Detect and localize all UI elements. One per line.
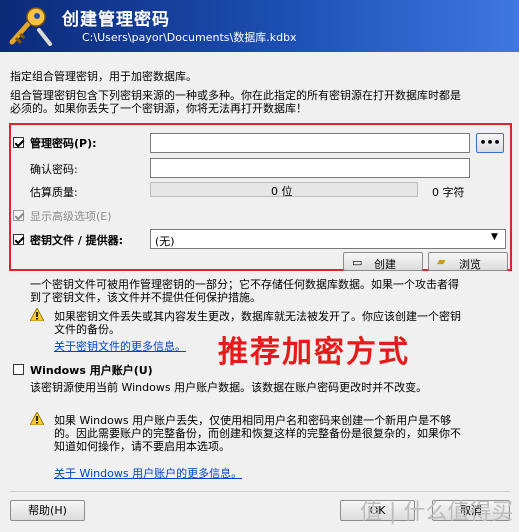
key-icon <box>9 7 52 46</box>
keyfile-select-value: (无) <box>155 235 175 248</box>
browse-keyfile-button[interactable]: ▰ 浏览 <box>428 252 508 271</box>
windows-account-label: Windows 用户账户(U) <box>30 364 153 377</box>
password-input[interactable] <box>150 133 470 153</box>
chevron-down-icon: ▼ <box>491 232 498 242</box>
windows-more-info-link[interactable]: 关于 Windows 用户账户的更多信息。 <box>54 465 242 481</box>
password-label: 管理密码(P): <box>30 137 97 150</box>
windows-account-desc: 该密钥源使用当前 Windows 用户账户数据。该数据在账户密码更改时并不改变。 <box>30 381 428 394</box>
header-banner: 创建管理密码 C:\Users\payor\Documents\数据库.kdbx <box>0 0 519 52</box>
watermark: 值 | 什么值得买 <box>360 500 514 525</box>
folder-icon: ▰ <box>437 255 446 268</box>
intro-line-1: 指定组合管理密钥，用于加密数据库。 <box>10 70 197 83</box>
advanced-options-checkbox[interactable] <box>13 210 24 221</box>
keyfile-checkbox[interactable] <box>13 234 24 245</box>
warning-icon <box>30 308 44 321</box>
keyfile-desc-2: 到了密钥文件，该文件并不提供任何保护措施。 <box>30 291 261 304</box>
create-keyfile-button[interactable]: ▭ 创建 <box>343 252 423 271</box>
warning-icon <box>30 412 44 425</box>
password-checkbox[interactable] <box>13 137 24 148</box>
keyfile-warning-2: 文件的备份。 <box>54 323 120 336</box>
footer-separator <box>10 491 510 492</box>
browse-keyfile-label: 浏览 <box>459 258 481 271</box>
intro-line-3: 必须的。如果你丢失了一个密钥源，你将无法再打开数据库！ <box>10 102 307 115</box>
help-button[interactable]: 帮助(H) <box>10 500 85 521</box>
create-keyfile-label: 创建 <box>374 258 396 271</box>
create-icon: ▭ <box>352 256 363 269</box>
windows-account-checkbox[interactable] <box>13 364 24 375</box>
keyfile-select[interactable]: (无) ▼ <box>150 229 506 249</box>
confirm-password-input[interactable] <box>150 158 470 178</box>
advanced-options-label: 显示高级选项(E) <box>30 210 112 223</box>
confirm-password-label: 确认密码: <box>30 163 78 176</box>
quality-label: 估算质量: <box>30 186 78 199</box>
windows-warning-3: 知道如何操作，请不要启用本选项。 <box>54 440 230 453</box>
keyfile-more-info-link[interactable]: 关于密钥文件的更多信息。 <box>54 338 186 354</box>
quality-chars: 0 字符 <box>432 186 465 199</box>
dialog-title: 创建管理密码 <box>62 10 170 30</box>
quality-bits: 0 位 <box>271 185 293 198</box>
show-password-button[interactable]: ••• <box>476 133 504 153</box>
quality-bar: 0 位 <box>150 182 418 198</box>
recommendation-overlay: 推荐加密方式 <box>218 335 410 370</box>
database-path: C:\Users\payor\Documents\数据库.kdbx <box>82 31 297 44</box>
keyfile-label: 密钥文件 / 提供器: <box>30 234 124 247</box>
